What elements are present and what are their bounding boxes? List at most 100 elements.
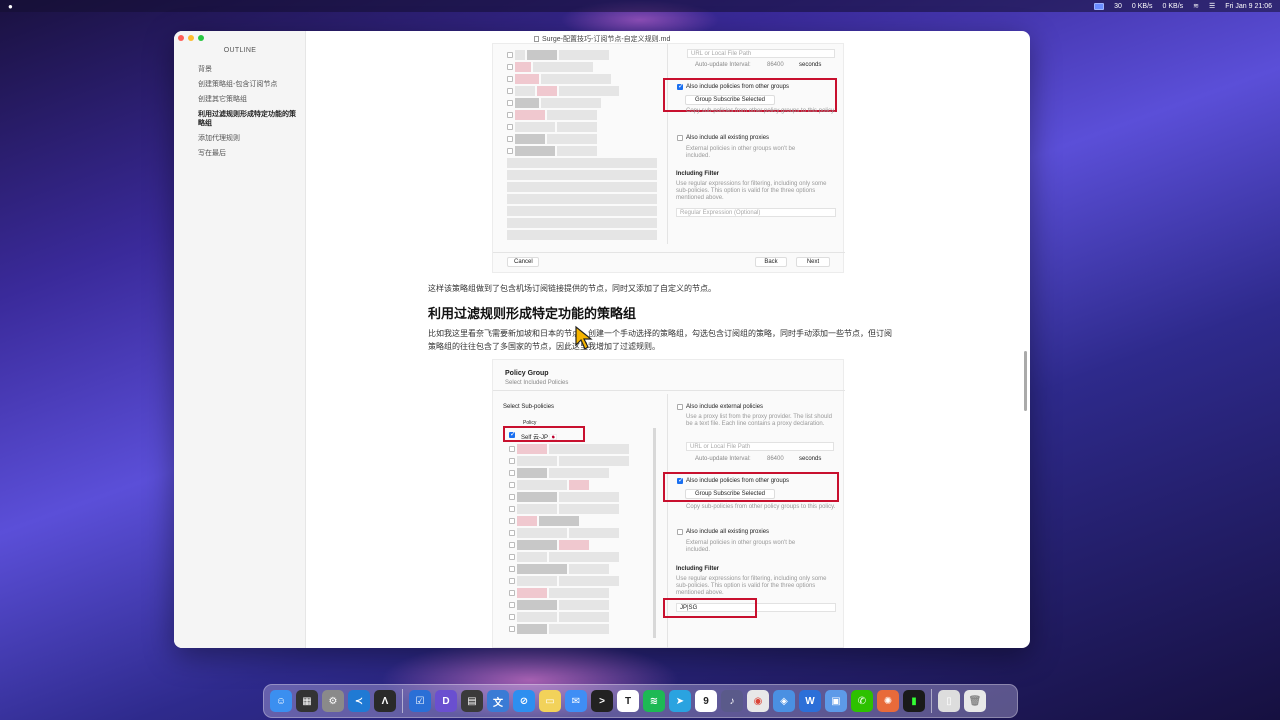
header-divider [493, 390, 845, 391]
seconds-label: seconds [799, 456, 822, 462]
trash-icon[interactable]: 🗑 [964, 690, 986, 712]
outline-sidebar: OUTLINE 背景 创建策略组-包含订阅节点 创建其它策略组 利用过滤规则形成… [174, 31, 306, 648]
xcode-icon[interactable]: Λ [374, 690, 396, 712]
url-field[interactable]: URL or Local File Path [687, 49, 835, 58]
display-icon[interactable] [1094, 2, 1105, 10]
include-external-label: Also include external policies [686, 404, 764, 410]
filter-field[interactable]: Regular Expression (Optional) [676, 208, 836, 217]
outline-list: 背景 创建策略组-包含订阅节点 创建其它策略组 利用过滤规则形成特定功能的策略组… [198, 65, 298, 164]
next-button[interactable]: Next [796, 257, 830, 267]
include-all-desc: External policies in other groups won't … [686, 146, 796, 159]
document-scrollbar[interactable] [1024, 351, 1027, 411]
things-icon[interactable]: ☑ [409, 690, 431, 712]
dock: ☺ ▦ ⚙ ≺ Λ ☑ D ▤ 文 ⊘ ▭ ✉ > T ≋ ➤ 9 ♪ ◉ ◈ … [263, 684, 1018, 718]
interval-value[interactable]: 86400 [767, 62, 784, 68]
telegram-icon[interactable]: ➤ [669, 690, 691, 712]
wifi-icon[interactable]: ≋ [1193, 2, 1199, 10]
activity-icon[interactable]: ▮ [903, 690, 925, 712]
finder-icon[interactable]: ☺ [270, 690, 292, 712]
dock-separator [402, 689, 403, 713]
include-groups-desc: Copy sub-policies from other policy grou… [686, 504, 836, 510]
include-all-desc: External policies in other groups won't … [686, 540, 796, 553]
spotify-icon[interactable]: ≋ [643, 690, 665, 712]
outline-item[interactable]: 添加代理规则 [198, 134, 298, 143]
auto-update-label: Auto-update Interval: [695, 456, 751, 462]
close-button[interactable] [178, 35, 184, 41]
minimize-button[interactable] [188, 35, 194, 41]
screenshot-policy-group-top: URL or Local File Path Auto-update Inter… [492, 43, 845, 273]
zoom-button[interactable] [198, 35, 204, 41]
pointer-cursor-icon [575, 325, 593, 350]
url-field[interactable]: URL or Local File Path [686, 442, 834, 451]
include-external-checkbox[interactable] [677, 404, 683, 410]
settings-icon[interactable]: ⚙ [322, 690, 344, 712]
filter-title: Including Filter [676, 171, 719, 177]
outline-item[interactable]: 创建其它策略组 [198, 95, 298, 104]
wps-icon[interactable]: W [799, 690, 821, 712]
typora-window: OUTLINE 背景 创建策略组-包含订阅节点 创建其它策略组 利用过滤规则形成… [174, 31, 1030, 648]
paragraph-2-line-1: 比如我这里看奈飞需要新加坡和日本的节点，创建一个手动选择的策略组，勾选包含订阅组… [428, 329, 892, 338]
policy-group-title: Policy Group [505, 370, 549, 377]
policy-list-blurred [509, 444, 649, 636]
outline-item[interactable]: 创建策略组-包含订阅节点 [198, 80, 298, 89]
stickies-icon[interactable]: ▭ [539, 690, 561, 712]
include-external-desc: Use a proxy list from the proxy provider… [686, 414, 832, 427]
preview-icon[interactable]: ▯ [938, 690, 960, 712]
include-all-checkbox[interactable] [677, 529, 683, 535]
cancel-button[interactable]: Cancel [507, 257, 539, 267]
highlight-box [663, 78, 837, 112]
filter-highlight-box [663, 598, 757, 618]
filter-title: Including Filter [676, 566, 719, 572]
download-speed: 0 KB/s [1162, 2, 1184, 10]
include-all-checkbox[interactable] [677, 135, 683, 141]
chrome-icon[interactable]: ◉ [747, 690, 769, 712]
control-center-icon[interactable]: ☰ [1209, 2, 1215, 10]
outline-item-active[interactable]: 利用过滤规则形成特定功能的策略组 [198, 110, 298, 128]
interval-value[interactable]: 86400 [767, 456, 784, 462]
back-button[interactable]: Back [755, 257, 787, 267]
window-controls [178, 35, 204, 41]
typora-icon[interactable]: T [617, 690, 639, 712]
screenshot-policy-group: Policy Group Select Included Policies Se… [492, 359, 845, 648]
include-groups-desc: Copy sub-policies from other policy grou… [686, 108, 836, 114]
seconds-label: seconds [799, 62, 822, 68]
policy-highlight-box [503, 426, 585, 442]
section-heading: 利用过滤规则形成特定功能的策略组 [428, 306, 637, 321]
mail-icon[interactable]: ✉ [565, 690, 587, 712]
calendar-icon[interactable]: 9 [695, 690, 717, 712]
notes-icon[interactable]: ▤ [461, 690, 483, 712]
surge-icon[interactable]: ◈ [773, 690, 795, 712]
finder2-icon[interactable]: ▣ [825, 690, 847, 712]
outline-item[interactable]: 背景 [198, 65, 298, 74]
translate-icon[interactable]: 文 [487, 690, 509, 712]
paragraph-1: 这样该策略组做到了包含机场订阅链接提供的节点，同时又添加了自定义的节点。 [428, 284, 716, 293]
dash-icon[interactable]: D [435, 690, 457, 712]
highlight-box [663, 472, 839, 502]
wechat-status[interactable]: 30 [1114, 3, 1122, 10]
safari-icon[interactable]: ⊘ [513, 690, 535, 712]
footer-divider [493, 252, 845, 253]
outline-title: OUTLINE [223, 47, 257, 54]
dock-separator [931, 689, 932, 713]
policy-list-scrollbar[interactable] [653, 428, 656, 638]
wechat-icon[interactable]: ✆ [851, 690, 873, 712]
launchpad-icon[interactable]: ▦ [296, 690, 318, 712]
filter-desc: Use regular expressions for filtering, i… [676, 181, 827, 201]
terminal-icon[interactable]: > [591, 690, 613, 712]
include-all-label: Also include all existing proxies [686, 135, 770, 141]
select-sub-label: Select Sub-policies [503, 404, 555, 410]
soundboard-icon[interactable]: ♪ [721, 690, 743, 712]
clock[interactable]: Fri Jan 9 21:06 [1225, 3, 1272, 10]
sunflower-icon[interactable]: ✺ [877, 690, 899, 712]
filter-desc: Use regular expressions for filtering, i… [676, 576, 827, 596]
document-icon [534, 36, 539, 42]
vscode-icon[interactable]: ≺ [348, 690, 370, 712]
apple-menu-icon[interactable]: ● [8, 2, 13, 11]
panel-divider [667, 44, 668, 244]
outline-item[interactable]: 写在最后 [198, 149, 298, 158]
paragraph-2-line-2: 策略组的往往包含了多国家的节点，因此这里我增加了过滤规则。 [428, 342, 660, 351]
upload-speed: 0 KB/s [1131, 2, 1153, 10]
menubar-status-area: 30 0 KB/s 0 KB/s ≋ ☰ Fri Jan 9 21:06 [1094, 2, 1272, 10]
policy-group-subtitle: Select Included Policies [505, 380, 569, 386]
auto-update-label: Auto-update Interval: [695, 62, 751, 68]
